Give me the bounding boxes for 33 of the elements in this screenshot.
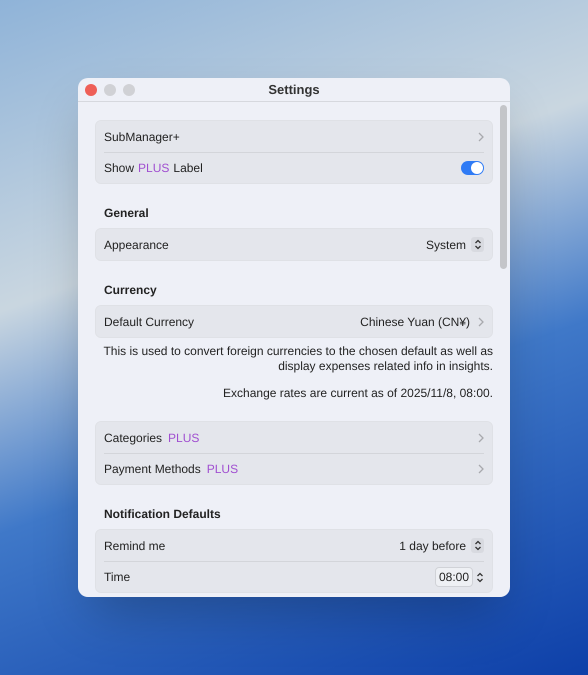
updown-icon xyxy=(474,540,482,551)
row-label: Show xyxy=(104,160,134,177)
scrollbar[interactable] xyxy=(500,105,507,269)
chevron-icon xyxy=(478,464,484,474)
stepper-icon xyxy=(476,572,484,582)
plus-label: PLUS xyxy=(206,461,238,478)
close-button[interactable] xyxy=(85,84,97,96)
row-label: Remind me xyxy=(104,538,166,554)
section-heading: General xyxy=(103,205,150,222)
toggle-switch[interactable] xyxy=(461,161,484,175)
chevron-icon xyxy=(478,432,484,442)
row-label: Label xyxy=(173,160,203,177)
chevron-icon xyxy=(478,132,484,142)
footnote-text: Exchange rates are current as of 2025/11/8, 08:00. xyxy=(222,386,493,401)
row-label: Default Currency xyxy=(104,314,194,330)
popup-button[interactable]: 1 day before xyxy=(399,536,484,554)
section-heading: Notification Defaults xyxy=(103,506,222,523)
row-label: Time xyxy=(104,569,130,586)
chevron-icon xyxy=(478,316,484,326)
row-value: Chinese Yuan (CN¥) xyxy=(360,314,470,330)
plus-label: PLUS xyxy=(168,430,200,446)
updown-icon xyxy=(474,239,482,250)
row-label: Payment Methods xyxy=(104,461,201,478)
stepper-control[interactable] xyxy=(476,572,484,582)
row-label: Categories xyxy=(104,430,162,446)
row-label: SubManager+ xyxy=(104,128,180,146)
time-field[interactable]: 08:00 xyxy=(434,567,473,587)
popup-button[interactable]: System xyxy=(426,236,484,254)
row-label: Appearance xyxy=(104,236,169,254)
plus-label: PLUS xyxy=(138,160,170,177)
footnote-text: This is used to convert foreign currencies to the chosen default as well as display expenses related info in insights. xyxy=(102,344,493,374)
section-heading: Currency xyxy=(103,282,158,299)
window-title: Settings xyxy=(268,80,320,99)
